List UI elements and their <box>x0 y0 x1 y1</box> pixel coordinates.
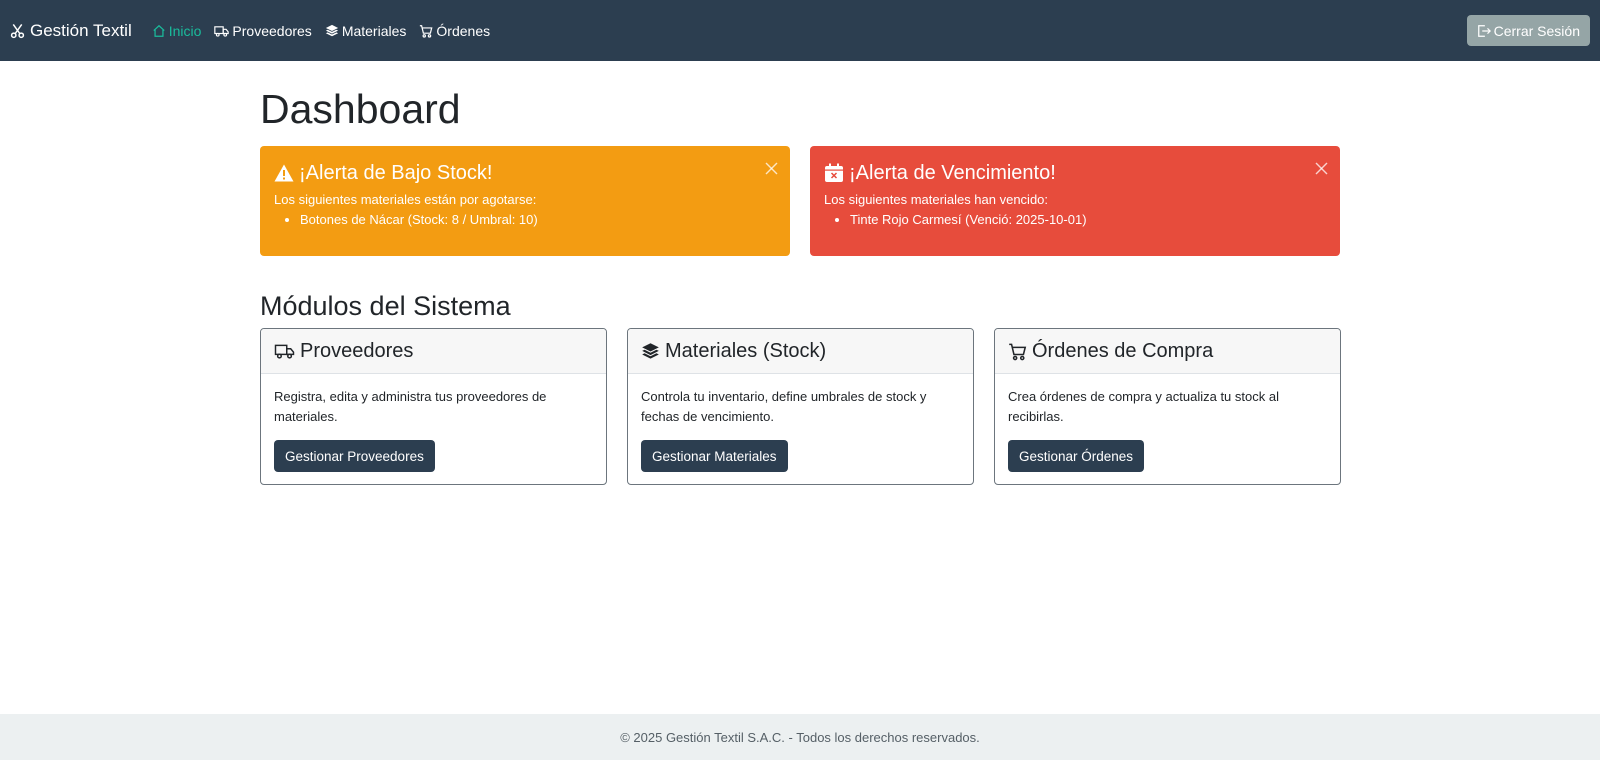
alert-list: Botones de Nácar (Stock: 8 / Umbral: 10) <box>300 210 776 230</box>
modules-grid: Proveedores Registra, edita y administra… <box>260 328 1341 485</box>
house-icon <box>153 24 165 37</box>
low-stock-alert: ¡Alerta de Bajo Stock! Los siguientes ma… <box>260 146 790 256</box>
card-header: Órdenes de Compra <box>995 329 1340 374</box>
module-card-proveedores: Proveedores Registra, edita y administra… <box>260 328 607 485</box>
card-title: Órdenes de Compra <box>1032 339 1214 362</box>
manage-materials-button[interactable]: Gestionar Materiales <box>641 440 788 472</box>
close-icon <box>765 162 778 175</box>
alert-title: ¡Alerta de Bajo Stock! <box>299 161 493 184</box>
nav-item-label: Órdenes <box>436 22 491 39</box>
nav-item-label: Inicio <box>168 22 202 39</box>
truck-icon <box>214 25 230 37</box>
top-navbar: Gestión Textil Inicio Proveedores Materi… <box>0 0 1600 61</box>
card-body: Crea órdenes de compra y actualiza tu st… <box>995 374 1340 484</box>
nav-item-label: Proveedores <box>232 22 312 39</box>
layers-icon <box>642 342 659 359</box>
card-text: Crea órdenes de compra y actualiza tu st… <box>1008 389 1279 424</box>
logout-label: Cerrar Sesión <box>1493 22 1580 39</box>
alert-heading: ¡Alerta de Bajo Stock! <box>274 160 776 186</box>
expiry-alert: ¡Alerta de Vencimiento! Los siguientes m… <box>810 146 1340 256</box>
logout-button[interactable]: Cerrar Sesión <box>1466 15 1590 46</box>
alert-text: Los siguientes materiales han vencido: <box>824 192 1049 207</box>
close-alert-button[interactable] <box>1315 162 1328 180</box>
nav-item-proveedores[interactable]: Proveedores <box>214 22 312 39</box>
manage-orders-button[interactable]: Gestionar Órdenes <box>1008 440 1145 472</box>
footer-text: © 2025 Gestión Textil S.A.C. - Todos los… <box>620 729 980 745</box>
module-card-ordenes: Órdenes de Compra Crea órdenes de compra… <box>994 328 1341 485</box>
card-body: Controla tu inventario, define umbrales … <box>628 374 973 484</box>
page-footer: © 2025 Gestión Textil S.A.C. - Todos los… <box>0 714 1600 760</box>
close-alert-button[interactable] <box>765 162 778 180</box>
brand-name: Gestión Textil <box>30 20 132 40</box>
calendar-x-icon <box>825 163 843 182</box>
warning-triangle-icon <box>274 164 294 182</box>
alert-title: ¡Alerta de Vencimiento! <box>849 161 1056 184</box>
nav-item-ordenes[interactable]: Órdenes <box>419 23 490 39</box>
nav-item-label: Materiales <box>341 22 407 39</box>
truck-icon <box>274 344 295 359</box>
logout-icon <box>1477 24 1491 37</box>
list-item: Botones de Nácar (Stock: 8 / Umbral: 10) <box>300 210 776 230</box>
scissors-icon <box>10 23 25 38</box>
list-item: Tinte Rojo Carmesí (Venció: 2025-10-01) <box>850 210 1326 230</box>
card-text: Controla tu inventario, define umbrales … <box>641 389 927 424</box>
card-header: Materiales (Stock) <box>628 329 973 374</box>
nav-item-inicio[interactable]: Inicio <box>152 22 202 39</box>
card-header: Proveedores <box>261 329 606 374</box>
alerts-row: ¡Alerta de Bajo Stock! Los siguientes ma… <box>260 146 1341 256</box>
layers-icon <box>325 24 338 36</box>
alert-list: Tinte Rojo Carmesí (Venció: 2025-10-01) <box>850 210 1326 230</box>
card-body: Registra, edita y administra tus proveed… <box>261 374 606 484</box>
card-title: Proveedores <box>300 339 414 362</box>
cart-icon <box>1009 343 1027 360</box>
card-text: Registra, edita y administra tus proveed… <box>274 389 547 424</box>
modules-title: Módulos del Sistema <box>260 291 511 321</box>
card-title: Materiales (Stock) <box>665 339 827 362</box>
alert-text: Los siguientes materiales están por agot… <box>274 192 537 207</box>
module-card-materiales: Materiales (Stock) Controla tu inventari… <box>627 328 974 485</box>
cart-icon <box>420 24 433 38</box>
nav-item-materiales[interactable]: Materiales <box>325 22 407 39</box>
close-icon <box>1315 162 1328 175</box>
manage-suppliers-button[interactable]: Gestionar Proveedores <box>274 440 435 472</box>
main-content: Dashboard ¡Alerta de Bajo Stock! Los sig… <box>260 61 1341 485</box>
page-title: Dashboard <box>260 86 461 132</box>
alert-heading: ¡Alerta de Vencimiento! <box>824 160 1326 186</box>
brand-link[interactable]: Gestión Textil <box>10 21 132 41</box>
